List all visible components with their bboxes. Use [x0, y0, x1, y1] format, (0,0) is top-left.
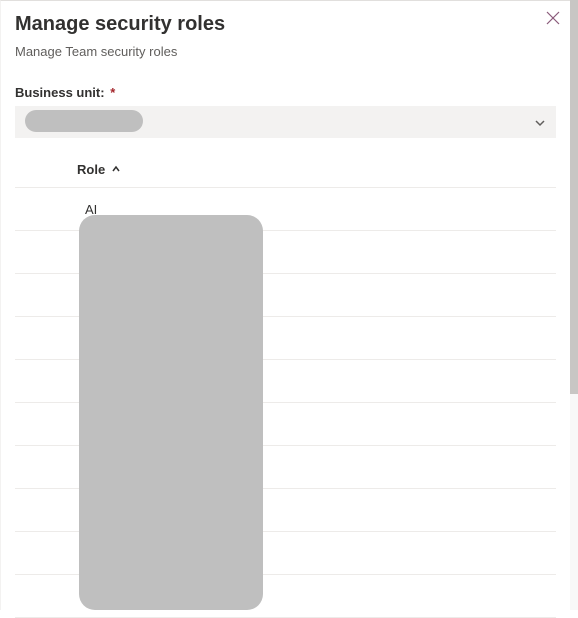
business-unit-dropdown[interactable]: [15, 106, 556, 138]
panel-subtitle: Manage Team security roles: [15, 44, 556, 59]
redacted-overlay: [79, 215, 263, 610]
panel-title: Manage security roles: [15, 13, 556, 36]
role-column-header[interactable]: Role: [15, 162, 556, 188]
close-button[interactable]: [542, 7, 564, 29]
chevron-down-icon: [534, 116, 546, 128]
vertical-scrollbar-track[interactable]: [570, 0, 578, 610]
role-column-label: Role: [77, 162, 105, 177]
sort-ascending-icon: [111, 162, 121, 177]
business-unit-label-text: Business unit:: [15, 85, 105, 100]
vertical-scrollbar-thumb[interactable]: [570, 0, 578, 394]
close-icon: [546, 11, 560, 25]
business-unit-label: Business unit: *: [15, 85, 556, 100]
required-indicator: *: [110, 85, 115, 100]
redacted-value: [25, 110, 143, 132]
manage-roles-panel: Manage security roles Manage Team securi…: [0, 0, 570, 610]
